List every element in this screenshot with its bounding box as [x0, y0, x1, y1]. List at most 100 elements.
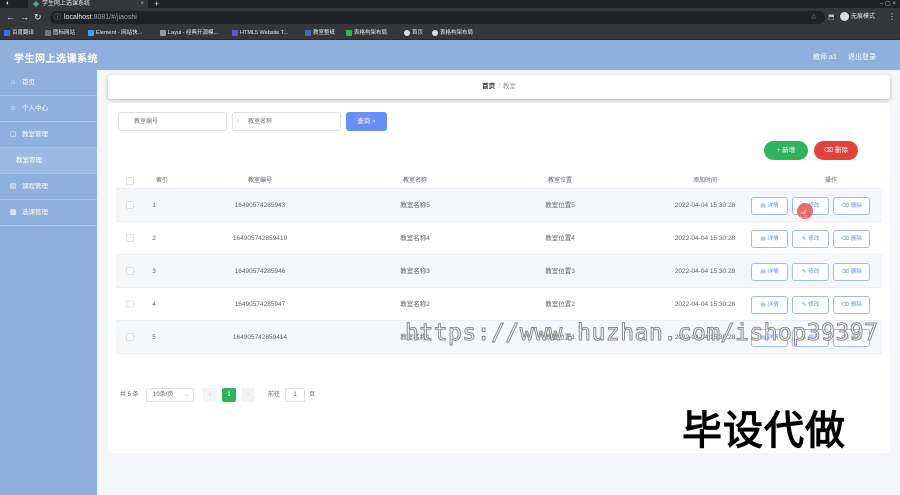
sidebar-item-selection[interactable]: ▦ 选课管理: [0, 200, 97, 226]
bookmark-icon: [45, 29, 51, 36]
bookmark-item[interactable]: 图标网站: [45, 29, 75, 38]
bookmark-item[interactable]: 首页: [404, 29, 423, 38]
bookmark-star-icon[interactable]: ☆: [811, 11, 817, 24]
detail-icon: ▤: [760, 203, 766, 209]
cell-index: 4: [152, 301, 156, 308]
goto-page-input[interactable]: 1: [285, 388, 305, 402]
classroom-name-input[interactable]: [232, 112, 341, 131]
cell-location: 教室位置5: [545, 202, 575, 209]
tab-close-icon[interactable]: ×: [140, 0, 144, 8]
edit-button[interactable]: ✎修改: [792, 296, 829, 314]
bookmark-item[interactable]: 表格构架布局: [346, 29, 387, 38]
delete-button[interactable]: ⌫ 删除: [833, 263, 870, 281]
row-checkbox[interactable]: [126, 267, 134, 275]
course-icon: ▤: [9, 183, 17, 190]
current-user: 教师 a1: [813, 54, 837, 61]
batch-delete-button[interactable]: ⌫ 删除: [814, 141, 858, 160]
back-arrow-icon[interactable]: ←: [6, 12, 15, 23]
next-page-button[interactable]: ›: [241, 388, 255, 402]
site-info-icon[interactable]: ⓘ: [54, 11, 61, 24]
incognito-profile[interactable]: 无痕模式: [840, 11, 875, 24]
delete-button[interactable]: ⌫ 删除: [833, 296, 870, 314]
window-controls[interactable]: – ▢ ×: [880, 0, 896, 7]
column-header: 添加时间: [692, 178, 717, 184]
home-icon: ⌂: [10, 79, 16, 86]
address-bar[interactable]: ⓘ localhost:8081/#/jiaoshi ☆: [50, 11, 825, 24]
bookmark-item[interactable]: HTML5 Website T...: [232, 29, 288, 38]
cell-name: 教室名称4: [400, 235, 430, 242]
trash-icon: ⌫: [841, 302, 849, 308]
hand-cursor-icon: ☝: [800, 207, 808, 221]
sidebar: ⌂ 首页 ☺ 个人中心 ▢ 教室管理 教室管理 ▤ 课程管理 ▦ 选课管理: [0, 70, 97, 495]
detail-button[interactable]: ▤ 详情: [751, 197, 788, 215]
sidebar-subitem-classroom[interactable]: 教室管理: [0, 148, 97, 174]
edit-icon: ✎: [801, 269, 807, 275]
breadcrumb-home[interactable]: 首页: [482, 83, 495, 90]
classroom-number-input[interactable]: [118, 112, 227, 131]
current-page-button[interactable]: 1: [222, 388, 236, 402]
bookmarks-bar: 百度翻译 图标网站 Element - 网站快... Layui - 经典开源模…: [0, 27, 900, 40]
delete-button[interactable]: ⌫ 删除: [833, 197, 870, 215]
page-size-select[interactable]: 10条/页 ⌄: [146, 388, 194, 402]
browser-menu-icon[interactable]: ⋮: [888, 12, 896, 21]
query-button[interactable]: 查询 ⌕: [346, 112, 387, 131]
bookmark-icon: [305, 29, 311, 36]
forward-arrow-icon[interactable]: →: [20, 12, 29, 23]
goto-unit: 页: [309, 392, 316, 398]
sidebar-item-course[interactable]: ▤ 课程管理: [0, 174, 97, 200]
detail-icon: ▤: [760, 269, 766, 275]
bookmark-icon: [4, 29, 10, 36]
incognito-icon: [840, 11, 849, 21]
goto-label: 前往: [268, 392, 281, 398]
cell-number: 16490574285946: [234, 268, 286, 275]
detail-button[interactable]: ▤ 详情: [751, 263, 788, 281]
detail-button[interactable]: ▤ 详情: [751, 230, 788, 248]
table-row: 2 164905742859419 教室名称4 教室位置4 2022-04-04…: [116, 222, 882, 255]
cell-index: 3: [152, 268, 156, 275]
bookmark-icon: [160, 29, 166, 36]
table-row: 3 16490574285946 教室名称3 教室位置3 2022-04-04 …: [116, 255, 882, 288]
browser-tab-bar: ◐ 学生网上选课系统 × + – ▢ ×: [0, 0, 900, 9]
bookmark-item[interactable]: Layui - 经典开源模...: [160, 29, 218, 38]
delete-button[interactable]: ⌫ 删除: [833, 230, 870, 248]
search-icon: ⌕: [372, 118, 376, 125]
detail-icon: ▤: [760, 302, 766, 308]
extension-icon[interactable]: ⬒: [828, 13, 835, 21]
table-row: 4 16490574285947 教室名称2 教室位置2 2022-04-04 …: [116, 288, 882, 321]
bookmark-item[interactable]: 教室整纸: [305, 29, 335, 38]
bookmark-item[interactable]: Element - 网站快...: [88, 29, 142, 38]
select-all-checkbox[interactable]: [126, 177, 134, 185]
detail-button[interactable]: ▤ 详情: [751, 296, 788, 314]
detail-icon: ▤: [760, 236, 766, 242]
edit-button[interactable]: ✎修改: [792, 263, 829, 281]
breadcrumb-current: 教室: [502, 83, 516, 90]
row-checkbox[interactable]: [126, 201, 134, 209]
add-button[interactable]: + 新增: [764, 141, 808, 160]
browser-tab[interactable]: 学生网上选课系统 ×: [28, 0, 148, 8]
pagination-total: 共 5 条: [120, 392, 139, 398]
prev-page-button[interactable]: ‹: [203, 388, 217, 402]
row-checkbox[interactable]: [126, 300, 134, 308]
cell-name: 教室名称5: [400, 202, 430, 209]
column-header: 教室编号: [247, 178, 272, 184]
tab-title: 学生网上选课系统: [42, 1, 91, 7]
bookmark-item[interactable]: 百度翻译: [4, 29, 34, 38]
bookmark-item[interactable]: 表格构架布局: [432, 29, 473, 38]
bookmark-icon: [88, 29, 94, 36]
row-checkbox[interactable]: [126, 234, 134, 242]
edit-icon: ✎: [801, 236, 807, 242]
reload-icon[interactable]: ↻: [34, 12, 42, 23]
cell-name: 教室名称2: [400, 301, 430, 308]
table-row: 1 16490574285943 教室名称5 教室位置5 2022-04-04 …: [116, 189, 882, 222]
sidebar-item-profile[interactable]: ☺ 个人中心: [0, 96, 97, 122]
edit-button[interactable]: ✎修改: [792, 230, 829, 248]
logout-link[interactable]: 退出登录: [848, 52, 876, 62]
window-menu-icon[interactable]: ◐: [6, 0, 10, 8]
trash-icon: ⌫: [841, 269, 849, 275]
app-header: 学生网上选课系统 教师 a1 退出登录: [0, 40, 900, 70]
cell-index: 1: [152, 202, 156, 209]
sidebar-item-home[interactable]: ⌂ 首页: [0, 70, 97, 96]
sidebar-item-classroom[interactable]: ▢ 教室管理: [0, 122, 97, 148]
row-checkbox[interactable]: [126, 333, 134, 341]
bookmark-icon: [404, 29, 410, 36]
